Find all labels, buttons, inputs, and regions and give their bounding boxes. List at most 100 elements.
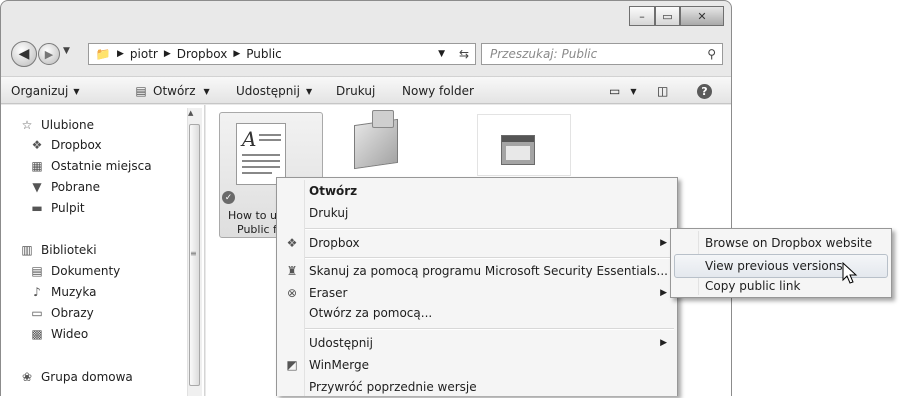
nav-item-label: Pobrane xyxy=(51,180,101,194)
recent-pages-dropdown[interactable]: ▼ xyxy=(63,46,70,56)
star-icon: ☆ xyxy=(21,118,33,132)
print-label: Drukuj xyxy=(336,84,376,98)
eraser-icon: ⊗ xyxy=(286,286,298,300)
command-bar: Organizuj ▼ ▤ Otwórz ▼ Udostępnij ▼ Druk… xyxy=(1,76,731,104)
sync-check-icon: ✓ xyxy=(222,191,235,204)
share-label: Udostępnij xyxy=(236,84,300,98)
nav-item-label: Obrazy xyxy=(51,306,94,320)
new-folder-button[interactable]: Nowy folder xyxy=(402,77,474,105)
search-input[interactable]: Przeszukaj: Public ⚲ xyxy=(481,43,723,65)
menu-item-scan[interactable]: ♜ Skanuj za pomocą programu Microsoft Se… xyxy=(277,260,677,282)
videos-icon: ▩ xyxy=(31,327,43,341)
document-icon: ▤ xyxy=(135,84,147,98)
text-document-icon: A xyxy=(236,123,286,185)
menu-item-eraser[interactable]: ⊗ Eraser ▶ xyxy=(277,282,677,304)
menu-item-winmerge[interactable]: ◩ WinMerge xyxy=(277,354,677,376)
nav-item-label: Ostatnie miejsca xyxy=(51,159,152,173)
nav-item-recent-places[interactable]: ▦ Ostatnie miejsca xyxy=(29,156,152,176)
libraries-icon: ▥ xyxy=(21,243,33,257)
nav-item-label: Dropbox xyxy=(51,138,102,152)
back-arrow-icon: ◀ xyxy=(18,46,30,62)
change-view-button[interactable]: ▭ ▼ xyxy=(609,77,637,105)
crumb-separator-icon: ▶ xyxy=(233,49,241,59)
menu-item-open[interactable]: Otwórz xyxy=(277,180,677,202)
scroll-up-icon[interactable]: ▲ xyxy=(188,109,193,117)
menu-item-label: Przywróć poprzednie wersje xyxy=(309,380,477,394)
forward-button[interactable]: ▶ xyxy=(38,43,60,65)
help-icon: ? xyxy=(697,83,712,99)
nav-homegroup[interactable]: ❀ Grupa domowa xyxy=(19,367,133,387)
open-button[interactable]: ▤ Otwórz ▼ xyxy=(133,77,210,105)
refresh-button[interactable]: ⇆ xyxy=(452,43,476,65)
nav-item-documents[interactable]: ▤ Dokumenty xyxy=(29,261,120,281)
context-menu: Otwórz Drukuj ❖ Dropbox ▶ ♜ Skanuj za po… xyxy=(276,177,678,396)
menu-item-restore-versions[interactable]: Przywróć poprzednie wersje xyxy=(277,376,677,398)
crumb-separator-icon: ▶ xyxy=(117,49,124,59)
document-line-icon xyxy=(242,160,280,162)
nav-item-videos[interactable]: ▩ Wideo xyxy=(29,324,88,344)
chevron-down-icon: ▼ xyxy=(630,86,637,96)
document-line-icon xyxy=(259,139,281,141)
nav-item-pictures[interactable]: ▭ Obrazy xyxy=(29,303,94,323)
print-button[interactable]: Drukuj xyxy=(336,77,375,105)
menu-item-dropbox[interactable]: ❖ Dropbox ▶ xyxy=(277,232,677,254)
menu-item-share[interactable]: Udostępnij ▶ xyxy=(277,332,677,354)
nav-item-downloads[interactable]: ▼ Pobrane xyxy=(29,177,100,197)
submenu-item-browse-website[interactable]: Browse on Dropbox website xyxy=(671,232,891,254)
chevron-down-icon: ▼ xyxy=(73,86,80,96)
menu-item-label: Drukuj xyxy=(309,206,349,220)
address-bar[interactable]: 📁 ▶ piotr ▶ Dropbox ▶ Public ▼ xyxy=(88,43,476,65)
document-letter-icon: A xyxy=(242,127,257,151)
installer-file-icon[interactable] xyxy=(346,108,408,172)
dropbox-icon: ❖ xyxy=(286,236,298,250)
close-button[interactable]: ✕ xyxy=(680,6,724,26)
menu-item-label: WinMerge xyxy=(309,358,369,372)
crumb-piotr[interactable]: piotr xyxy=(130,47,158,61)
menu-item-label: Browse on Dropbox website xyxy=(705,236,873,250)
maximize-button[interactable]: ▭ xyxy=(655,6,680,26)
refresh-icon: ⇆ xyxy=(458,47,470,61)
menu-item-label: Otwórz xyxy=(309,184,358,198)
file-name-line: Public f xyxy=(237,223,277,236)
document-line-icon xyxy=(259,134,281,136)
document-line-icon xyxy=(242,166,280,168)
minimize-button[interactable]: – xyxy=(629,6,655,26)
search-placeholder: Przeszukaj: Public xyxy=(490,47,598,61)
nav-item-label: Pulpit xyxy=(51,201,85,215)
crumb-separator-icon: ▶ xyxy=(163,49,171,59)
crumb-dropbox[interactable]: Dropbox xyxy=(177,47,228,61)
nav-item-label: Muzyka xyxy=(51,285,97,299)
minimize-icon: – xyxy=(639,9,645,23)
program-file-item[interactable] xyxy=(477,114,571,176)
menu-separator xyxy=(305,328,674,330)
box-flap-icon xyxy=(372,110,394,128)
organize-button[interactable]: Organizuj ▼ xyxy=(11,77,79,105)
menu-item-print[interactable]: Drukuj xyxy=(277,202,677,224)
nav-item-desktop[interactable]: ▬ Pulpit xyxy=(29,198,85,218)
nav-item-music[interactable]: ♪ Muzyka xyxy=(29,282,96,302)
nav-favorites[interactable]: ☆ Ulubione xyxy=(19,115,94,135)
help-button[interactable]: ? xyxy=(697,77,712,105)
menu-item-label: Udostępnij xyxy=(309,336,373,350)
open-label: Otwórz xyxy=(153,84,196,98)
menu-item-label: Dropbox xyxy=(309,236,360,250)
address-history-icon[interactable]: ▼ xyxy=(438,49,445,59)
organize-label: Organizuj xyxy=(11,84,69,98)
back-button[interactable]: ◀ xyxy=(11,41,37,67)
crumb-public[interactable]: Public xyxy=(246,47,282,61)
menu-item-open-with[interactable]: Otwórz za pomocą... xyxy=(277,302,677,324)
chevron-down-icon: ▼ xyxy=(203,86,210,96)
share-button[interactable]: Udostępnij ▼ xyxy=(236,77,312,105)
pictures-icon: ▭ xyxy=(31,306,43,320)
view-icon: ▭ xyxy=(609,84,621,98)
nav-item-dropbox[interactable]: ❖ Dropbox xyxy=(29,135,102,155)
preview-pane-button[interactable]: ◫ xyxy=(657,77,668,105)
documents-icon: ▤ xyxy=(31,264,43,278)
homegroup-icon: ❀ xyxy=(21,370,33,384)
submenu-item-copy-public-link[interactable]: Copy public link xyxy=(671,275,891,297)
nav-libraries[interactable]: ▥ Biblioteki xyxy=(19,240,96,260)
navigation-pane: ☆ Ulubione ❖ Dropbox ▦ Ostatnie miejsca ▼ Po… xyxy=(1,105,205,396)
recent-places-icon: ▦ xyxy=(31,159,43,173)
maximize-icon: ▭ xyxy=(662,9,673,23)
chevron-down-icon: ▼ xyxy=(305,86,313,96)
